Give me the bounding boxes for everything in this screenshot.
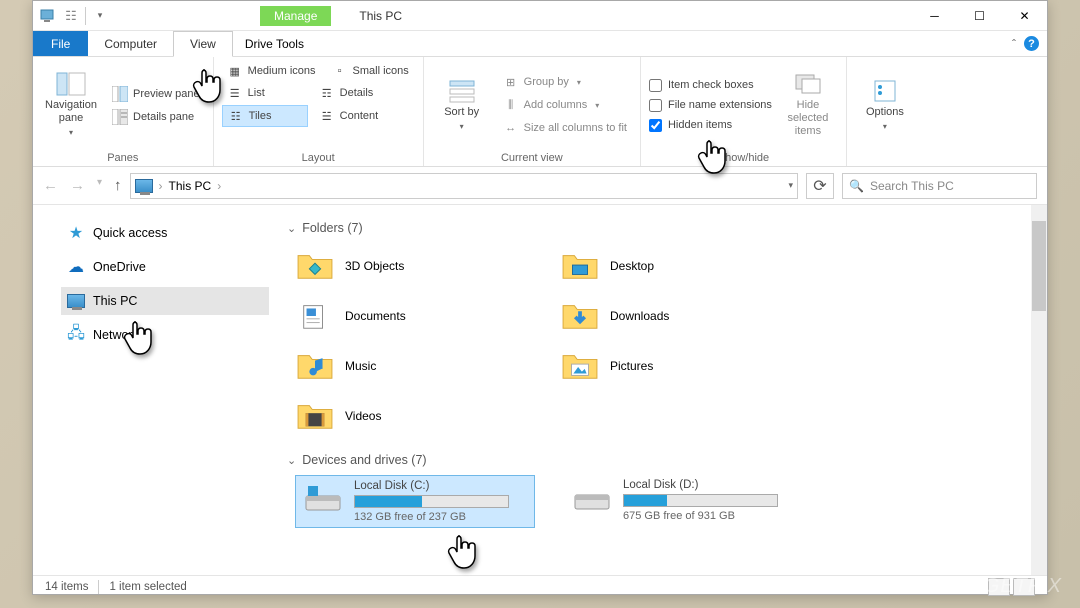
qat-dropdown-icon[interactable]: ▾: [90, 6, 110, 26]
explorer-body: ★ Quick access ☁ OneDrive This PC 🖧 Netw…: [33, 205, 1047, 575]
system-menu-icon[interactable]: [39, 6, 59, 26]
folder-documents[interactable]: Documents: [295, 293, 550, 339]
close-button[interactable]: ✕: [1002, 1, 1047, 31]
window-controls: ─ ☐ ✕: [912, 1, 1047, 31]
nav-this-pc[interactable]: This PC: [61, 287, 269, 315]
add-columns-button[interactable]: ⫼Add columns▾: [498, 95, 632, 115]
ribbon-tabs: File Computer View Drive Tools ˆ ?: [33, 31, 1047, 57]
titlebar: ☷ ▾ Manage This PC ─ ☐ ✕: [33, 1, 1047, 31]
ribbon-right: ˆ ?: [1012, 31, 1047, 56]
address-dropdown-icon[interactable]: ▾: [788, 180, 793, 191]
address-field[interactable]: › This PC › ▾: [130, 173, 798, 199]
star-icon: ★: [67, 224, 85, 242]
item-check-boxes-checkbox[interactable]: Item check boxes: [649, 77, 772, 94]
ribbon-group-layout: ▦Medium icons ▫Small icons ☰List ☶Detail…: [214, 57, 424, 166]
layout-content[interactable]: ☱Content: [314, 105, 384, 127]
chevron-down-icon: ⌄: [287, 454, 296, 467]
properties-icon[interactable]: ☷: [61, 6, 81, 26]
hide-selected-button[interactable]: Hide selected items: [778, 61, 838, 149]
scrollbar-thumb[interactable]: [1032, 221, 1046, 311]
layout-small-icons[interactable]: ▫Small icons: [327, 61, 414, 81]
file-explorer-window: ☷ ▾ Manage This PC ─ ☐ ✕ File Computer V…: [32, 0, 1048, 595]
nav-onedrive[interactable]: ☁ OneDrive: [61, 253, 269, 281]
this-pc-icon: [135, 179, 153, 193]
status-bar: 14 items 1 item selected: [33, 575, 1047, 597]
folder-downloads[interactable]: Downloads: [560, 293, 815, 339]
group-by-button[interactable]: ⊞Group by▾: [498, 72, 632, 92]
nav-buttons: ← → ▾ ↑: [43, 177, 122, 194]
refresh-button[interactable]: ⟳: [806, 173, 834, 199]
forward-button[interactable]: →: [70, 177, 85, 194]
layout-list[interactable]: ☰List: [222, 83, 308, 103]
folder-pictures[interactable]: Pictures: [560, 343, 815, 389]
layout-medium-icons[interactable]: ▦Medium icons: [222, 61, 321, 81]
window-title: This PC: [359, 9, 402, 23]
navigation-pane-button[interactable]: Navigation pane ▾: [41, 61, 101, 149]
drives-header[interactable]: ⌄ Devices and drives (7): [287, 453, 1033, 467]
network-icon: 🖧: [67, 326, 85, 344]
ribbon-group-current-view: Sort by ▾ ⊞Group by▾ ⫼Add columns▾ ↔Size…: [424, 57, 641, 166]
tab-view[interactable]: View: [173, 31, 233, 57]
address-bar: ← → ▾ ↑ › This PC › ▾ ⟳ 🔍 Search This PC: [33, 167, 1047, 205]
scrollbar[interactable]: [1031, 205, 1047, 575]
size-columns-button[interactable]: ↔Size all columns to fit: [498, 118, 632, 138]
file-name-extensions-checkbox[interactable]: File name extensions: [649, 97, 772, 114]
quick-access-toolbar: ☷ ▾: [33, 6, 110, 26]
tab-file[interactable]: File: [33, 31, 88, 56]
nav-quick-access[interactable]: ★ Quick access: [61, 219, 269, 247]
watermark: UGETFIX: [968, 575, 1062, 598]
folders-header[interactable]: ⌄ Folders (7): [287, 221, 1033, 235]
content-pane: ⌄ Folders (7) 3D Objects Desktop Documen…: [279, 205, 1047, 575]
ribbon-group-panes: Navigation pane ▾ Preview pane Details p…: [33, 57, 214, 166]
navigation-pane: ★ Quick access ☁ OneDrive This PC 🖧 Netw…: [33, 205, 279, 575]
drive-d[interactable]: Local Disk (D:) 675 GB free of 931 GB: [565, 475, 805, 528]
preview-pane-button[interactable]: Preview pane: [107, 84, 205, 104]
options-button[interactable]: Options ▾: [855, 61, 915, 149]
folder-music[interactable]: Music: [295, 343, 550, 389]
status-selected-count: 1 item selected: [109, 581, 186, 593]
breadcrumb[interactable]: This PC: [169, 179, 212, 193]
folder-desktop[interactable]: Desktop: [560, 243, 815, 289]
folder-3d-objects[interactable]: 3D Objects: [295, 243, 550, 289]
tab-drive-tools[interactable]: Drive Tools: [233, 31, 316, 56]
collapse-ribbon-icon[interactable]: ˆ: [1012, 37, 1016, 51]
ribbon-group-options: Options ▾: [847, 57, 923, 166]
status-item-count: 14 items: [45, 581, 88, 593]
chevron-down-icon: ⌄: [287, 222, 296, 235]
details-pane-button[interactable]: Details pane: [107, 107, 205, 127]
ribbon-group-show-hide: Item check boxes File name extensions Hi…: [641, 57, 847, 166]
sort-by-button[interactable]: Sort by ▾: [432, 61, 492, 149]
hidden-items-checkbox[interactable]: Hidden items: [649, 117, 772, 134]
ribbon: Navigation pane ▾ Preview pane Details p…: [33, 57, 1047, 167]
folder-videos[interactable]: Videos: [295, 393, 550, 439]
recent-dropdown[interactable]: ▾: [97, 177, 102, 194]
minimize-button[interactable]: ─: [912, 1, 957, 31]
tab-computer[interactable]: Computer: [88, 31, 173, 56]
search-input[interactable]: 🔍 Search This PC: [842, 173, 1037, 199]
cloud-icon: ☁: [67, 258, 85, 276]
search-icon: 🔍: [849, 179, 864, 193]
layout-details[interactable]: ☶Details: [314, 83, 379, 103]
nav-network[interactable]: 🖧 Network: [61, 321, 269, 349]
up-button[interactable]: ↑: [114, 177, 122, 194]
help-icon[interactable]: ?: [1024, 36, 1039, 51]
back-button[interactable]: ←: [43, 177, 58, 194]
layout-tiles[interactable]: ☷Tiles: [222, 105, 308, 127]
maximize-button[interactable]: ☐: [957, 1, 1002, 31]
this-pc-icon: [67, 292, 85, 310]
manage-contextual-tab[interactable]: Manage: [260, 6, 331, 26]
drive-c[interactable]: Local Disk (C:) 132 GB free of 237 GB: [295, 475, 535, 528]
